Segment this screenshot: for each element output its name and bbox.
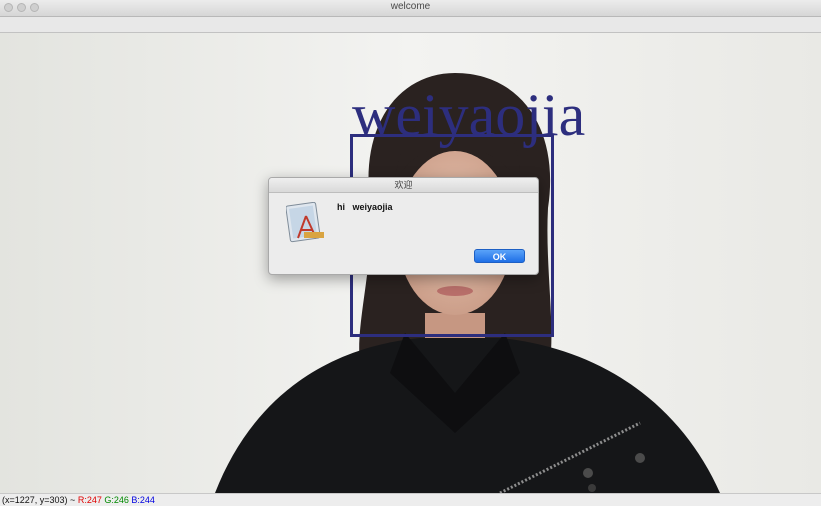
toolbar-strip: [0, 17, 821, 33]
ok-button[interactable]: OK: [474, 249, 525, 263]
cursor-coords: (x=1227, y=303) ~: [2, 495, 76, 505]
pixel-r-value: R:247: [77, 495, 102, 505]
dialog-title: 欢迎: [269, 178, 538, 193]
title-bar[interactable]: welcome: [0, 0, 821, 17]
pixel-b-value: B:244: [131, 495, 155, 505]
app-store-text-edit-icon: [286, 202, 324, 243]
status-bar: (x=1227, y=303) ~ R:247 G:246 B:244: [0, 493, 821, 506]
dialog-message: hi weiyaojia: [337, 202, 393, 212]
welcome-dialog: 欢迎 hi weiyaojia OK: [268, 177, 539, 275]
app-window: welcome weiyaojia 欢迎 hi weiyaojia OK (x=…: [0, 0, 821, 506]
window-title: welcome: [390, 1, 431, 12]
pixel-g-value: G:246: [104, 495, 129, 505]
